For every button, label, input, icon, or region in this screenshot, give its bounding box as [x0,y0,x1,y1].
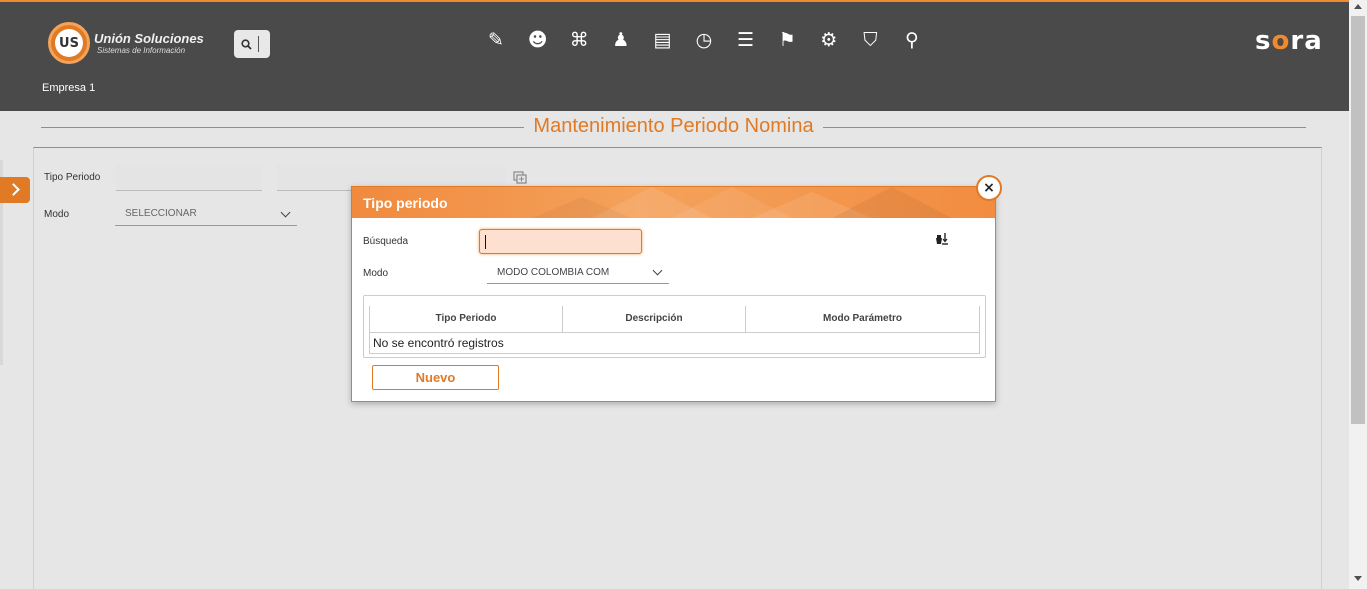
chevron-right-icon [7,183,20,196]
empty-message: No se encontró registros [369,331,980,354]
logo-emblem: US [48,22,90,64]
user-search-icon[interactable]: ⚲ [900,28,924,52]
dialog-modo-label: Modo [363,268,389,279]
settings-gears-icon[interactable]: ⚙ [817,28,841,52]
page-title: Mantenimiento Periodo Nomina [0,115,1347,138]
global-search-button[interactable] [234,30,270,58]
logo-subtitle: Sistemas de Información [97,46,186,55]
scroll-thumb[interactable] [1351,16,1365,424]
logo-title: Unión Soluciones [94,31,204,46]
org-chart-icon[interactable]: ♟ [609,28,633,52]
side-panel-toggle[interactable] [0,177,30,203]
close-dialog-button[interactable]: × [976,175,1002,201]
scroll-up-icon[interactable] [1354,4,1362,9]
user-profile-icon[interactable]: ☻ [526,28,550,52]
tipo-periodo-code-field[interactable] [116,165,262,191]
chevron-down-icon [280,207,291,218]
dialog-title: Tipo periodo [363,195,448,211]
timer-icon[interactable]: ◷ [692,28,716,52]
search-caret [258,36,259,52]
text-caret [485,235,486,249]
table-row: No se encontró registros [369,331,980,354]
column-header-descripcion[interactable]: Descripción [562,306,746,333]
results-table: Tipo Periodo Descripción Modo Parámetro … [369,306,980,354]
vertical-scrollbar[interactable] [1349,0,1367,589]
main-nav: ✎ ☻ ⌘ ♟ ▤ ◷ ☰ ⚑ ⚙ ⛉ ⚲ [484,28,942,52]
column-header-modo-parametro[interactable]: Modo Parámetro [745,306,980,333]
clear-filter-icon[interactable] [935,232,949,248]
tipo-periodo-dialog: Tipo periodo Búsqueda Modo MODO COLOMBIA… [351,186,996,402]
scroll-down-icon[interactable] [1354,576,1362,581]
busqueda-label: Búsqueda [363,236,409,247]
logo-mark: US [55,29,83,57]
column-header-tipo-periodo[interactable]: Tipo Periodo [369,306,563,333]
presentation-icon[interactable]: ⚑ [775,28,799,52]
table-header-row: Tipo Periodo Descripción Modo Parámetro [369,306,980,333]
modo-label: Modo [44,209,70,220]
modo-select-value: SELECCIONAR [125,208,197,219]
busqueda-input[interactable] [479,229,642,254]
new-button[interactable]: Nuevo [372,365,499,390]
report-icon[interactable]: ☰ [734,28,758,52]
tipo-periodo-label: Tipo Periodo [44,172,101,183]
company-logo[interactable]: US Unión Soluciones Sistemas de Informac… [48,22,204,64]
briefcase-shield-icon[interactable]: ⛉ [858,28,882,52]
page-title-text: Mantenimiento Periodo Nomina [524,115,823,137]
dialog-modo-select[interactable]: MODO COLOMBIA COM [487,265,669,284]
id-card-icon[interactable]: ▤ [650,28,674,52]
search-icon [241,38,252,50]
lookup-window-icon[interactable] [513,171,527,185]
gift-icon[interactable]: ⌘ [567,28,591,52]
chevron-down-icon [652,265,663,276]
company-name[interactable]: Empresa 1 [42,82,95,94]
brand-logo: sora [1255,26,1323,56]
header-pattern [532,187,952,218]
top-bar: US Unión Soluciones Sistemas de Informac… [0,0,1349,111]
dialog-header[interactable]: Tipo periodo [352,187,995,218]
results-table-container: Tipo Periodo Descripción Modo Parámetro … [363,295,986,358]
dialog-modo-value: MODO COLOMBIA COM [497,267,610,278]
modo-select[interactable]: SELECCIONAR [115,202,297,226]
document-edit-icon[interactable]: ✎ [484,28,508,52]
